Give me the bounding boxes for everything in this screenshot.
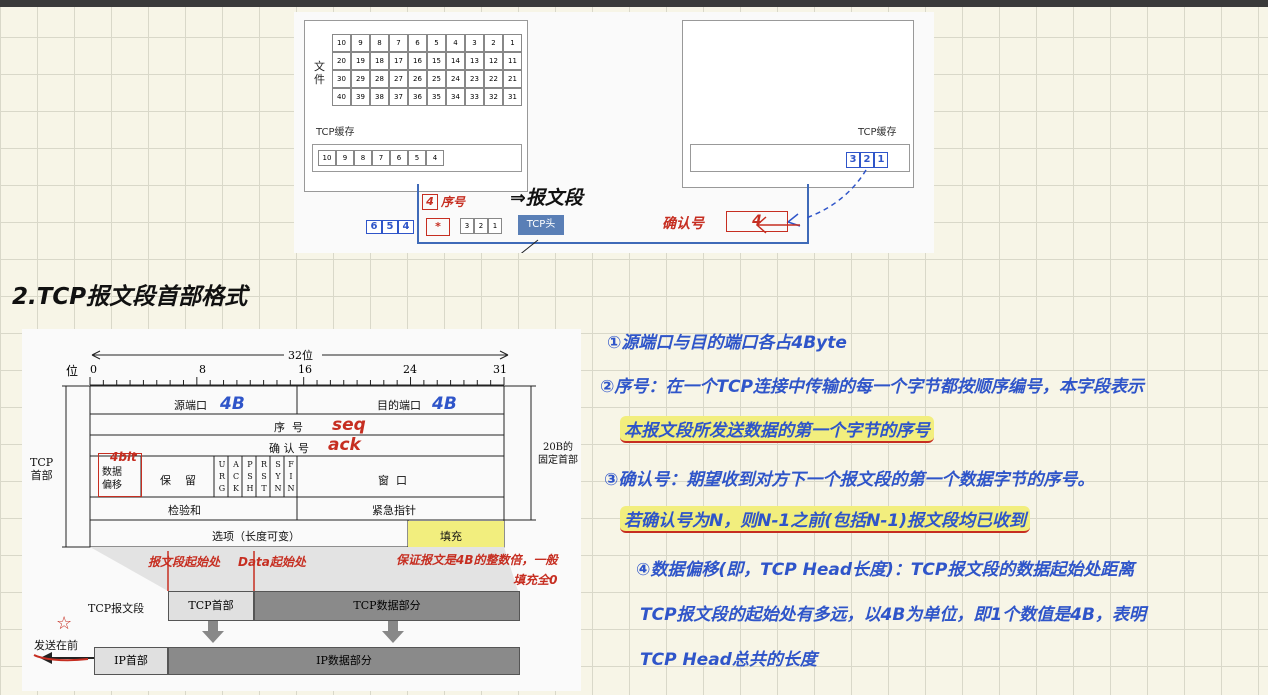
connection-lines — [417, 169, 867, 253]
tcp-header-diagram: 位 32位 0 8 16 24 31 源端口 目的端口 序 号 确 认 号 数据… — [22, 329, 581, 691]
bit-0: 0 — [90, 363, 97, 376]
note-3b: 若确认号为N，则N-1之前(包括N-1)报文段均已收到 — [620, 506, 1030, 533]
bit-24: 24 — [403, 363, 417, 376]
flag-syn: S Y N — [274, 460, 282, 493]
segment-byte: 2 — [474, 218, 488, 234]
field-window: 窗 口 — [378, 474, 407, 487]
segment-tcp-header: TCP头 — [518, 215, 564, 235]
fixed-header-label: 20B的 固定首部 — [538, 442, 578, 466]
field-src-port: 源端口 — [174, 399, 207, 412]
note-next-byte: 4 — [398, 220, 414, 234]
field-padding: 填充 — [440, 530, 462, 543]
flag-rst: R S T — [260, 460, 268, 493]
bit-16: 16 — [298, 363, 312, 376]
anno-src-4b: 4B — [220, 394, 245, 414]
note-star-box: * — [426, 218, 450, 236]
note-2b: 本报文段所发送数据的第一个字节的序号 — [620, 416, 934, 443]
diagram-lines — [33, 350, 536, 664]
note-4: ④数据偏移(即，TCP Head长度)：TCP报文段的数据起始处距离 — [636, 560, 1135, 580]
note-seq-label: 序号 — [441, 195, 466, 209]
segment-label: TCP报文段 — [88, 602, 145, 615]
top-bar — [0, 0, 1268, 7]
note-segment-label: ⇒报文段 — [510, 187, 583, 209]
field-urgent: 紧急指针 — [372, 504, 416, 517]
width-label: 32位 — [288, 349, 313, 362]
segment-byte: 3 — [460, 218, 474, 234]
field-seq: 序 号 — [274, 421, 303, 434]
note-4b: TCP报文段的起始处有多远，以4B为单位，即1个数值是4B，表明 — [640, 605, 1146, 625]
note-seq-box: 4 — [422, 194, 438, 210]
tcp-header-label: TCP 首部 — [30, 456, 54, 482]
anno-seq: seq — [332, 415, 366, 435]
ip-data-box: IP数据部分 — [168, 647, 520, 675]
flag-ack: A C K — [232, 460, 240, 493]
field-dst-port: 目的端口 — [377, 399, 421, 412]
bit-31: 31 — [493, 363, 507, 376]
ip-header-box: IP首部 — [94, 647, 168, 675]
note-ack-label: 确认号 — [662, 216, 704, 232]
star-mark: ☆ — [56, 613, 73, 634]
field-ack: 确 认 号 — [269, 442, 309, 455]
bit-8: 8 — [199, 363, 206, 376]
field-reserved: 保 留 — [160, 474, 196, 487]
segment-header-box: TCP首部 — [168, 591, 254, 621]
note-next-byte: 6 — [366, 220, 382, 234]
send-first-label: 发送在前 — [34, 639, 78, 652]
anno-ack: ack — [328, 435, 361, 455]
flag-urg: U R G — [218, 460, 226, 493]
note-next-byte: 5 — [382, 220, 398, 234]
segment-data-box: TCP数据部分 — [254, 591, 520, 621]
note-2: ②序号：在一个TCP连接中传输的每一个字节都按顺序编号，本字段表示 — [600, 377, 1144, 397]
note-4c: TCP Head总共的长度 — [640, 650, 817, 670]
field-checksum: 检验和 — [168, 504, 201, 517]
tcp-transfer-figure: 文 件 10 9 8 7 6 5 4 3 2 1 20 19 18 17 16 15 14 13 12 11 30 29 2… — [294, 12, 934, 253]
flag-psh: P S H — [246, 460, 254, 493]
field-options: 选项（长度可变） — [212, 530, 300, 543]
anno-dst-4b: 4B — [432, 394, 457, 414]
note-3: ③确认号：期望收到对方下一个报文段的第一个数据字节的序号。 — [604, 470, 1095, 490]
note-ack-box: 4 — [726, 211, 788, 232]
section-title: 2.TCP报文段首部格式 — [12, 284, 248, 310]
note-1: ①源端口与目的端口各占4Byte — [607, 333, 847, 353]
flag-fin: F I N — [287, 460, 295, 493]
segment-byte: 1 — [488, 218, 502, 234]
bit-axis-label: 位 — [66, 364, 79, 378]
anno-padding-note: 保证报文是4B的整数倍，一般 填充全0 — [396, 553, 558, 587]
anno-segment-start: 报文段起始处 — [148, 555, 221, 569]
anno-data-start: Data起始处 — [238, 555, 306, 569]
anno-4bit: 4bit — [110, 450, 137, 464]
